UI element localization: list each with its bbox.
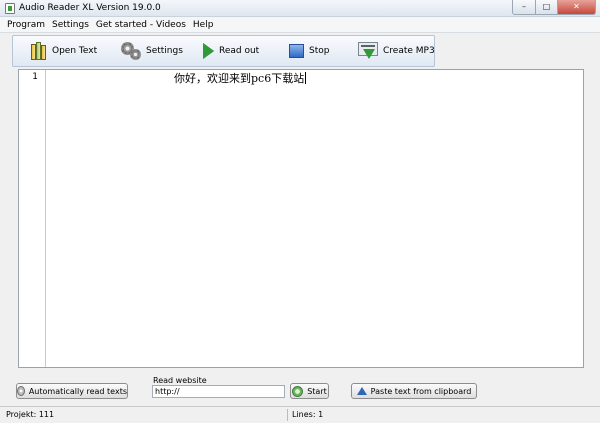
play-icon (203, 43, 214, 59)
paste-clipboard-button[interactable]: Paste text from clipboard (351, 383, 477, 399)
text-caret (305, 72, 307, 84)
read-out-label: Read out (219, 46, 260, 56)
menu-settings[interactable]: Settings (49, 20, 92, 30)
window-title: Audio Reader XL Version 19.0.0 (19, 3, 161, 13)
title-bar: Audio Reader XL Version 19.0.0 – □ ✕ (0, 0, 600, 17)
website-url-input[interactable] (152, 385, 285, 398)
minimize-button[interactable]: – (512, 0, 536, 15)
menu-bar: Program Settings Get started - Videos He… (0, 17, 600, 33)
close-button[interactable]: ✕ (558, 0, 596, 15)
settings-button[interactable]: Settings (121, 36, 183, 66)
menu-program[interactable]: Program (4, 20, 48, 30)
editor-text: 你好，欢迎来到pc6下载站 (174, 72, 305, 85)
read-out-button[interactable]: Read out (203, 36, 259, 66)
paste-clipboard-label: Paste text from clipboard (370, 386, 472, 396)
menu-help[interactable]: Help (190, 20, 217, 30)
read-website-label: Read website (153, 376, 207, 385)
maximize-icon: □ (542, 2, 551, 11)
start-label: Start (307, 386, 327, 396)
toolbar: Open Text Settings Read out Stop Create … (12, 35, 435, 67)
line-number: 1 (32, 72, 38, 82)
line-number-gutter: 1 (19, 70, 46, 367)
window-controls: – □ ✕ (512, 0, 596, 15)
stop-icon (289, 44, 304, 58)
app-icon (5, 3, 15, 14)
status-separator (287, 409, 288, 421)
stop-button[interactable]: Stop (289, 36, 329, 66)
text-editor[interactable]: 1 你好，欢迎来到pc6下载站 (18, 69, 584, 368)
gears-icon (121, 42, 141, 60)
auto-read-button[interactable]: Automatically read texts (16, 383, 128, 399)
stop-label: Stop (309, 46, 330, 56)
start-icon (292, 385, 304, 397)
start-button[interactable]: Start (290, 383, 329, 399)
upload-arrow-icon (356, 387, 367, 395)
status-bar: Projekt: 111 Lines: 1 (0, 406, 600, 423)
books-icon (31, 42, 47, 60)
minimize-icon: – (522, 2, 526, 11)
status-lines: Lines: 1 (292, 410, 324, 419)
open-text-button[interactable]: Open Text (31, 36, 97, 66)
menu-get-started-videos[interactable]: Get started - Videos (93, 20, 189, 30)
settings-label: Settings (146, 46, 183, 56)
auto-read-label: Automatically read texts (28, 386, 127, 396)
maximize-button[interactable]: □ (536, 0, 558, 15)
status-project: Projekt: 111 (6, 410, 55, 419)
open-text-label: Open Text (52, 46, 98, 56)
mp3-download-icon (358, 42, 378, 60)
editor-text-line[interactable]: 你好，欢迎来到pc6下载站 (174, 70, 307, 86)
auto-read-icon (17, 386, 25, 396)
create-mp3-label: Create MP3 (383, 46, 435, 56)
close-icon: ✕ (573, 2, 580, 11)
create-mp3-button[interactable]: Create MP3 (358, 36, 435, 66)
